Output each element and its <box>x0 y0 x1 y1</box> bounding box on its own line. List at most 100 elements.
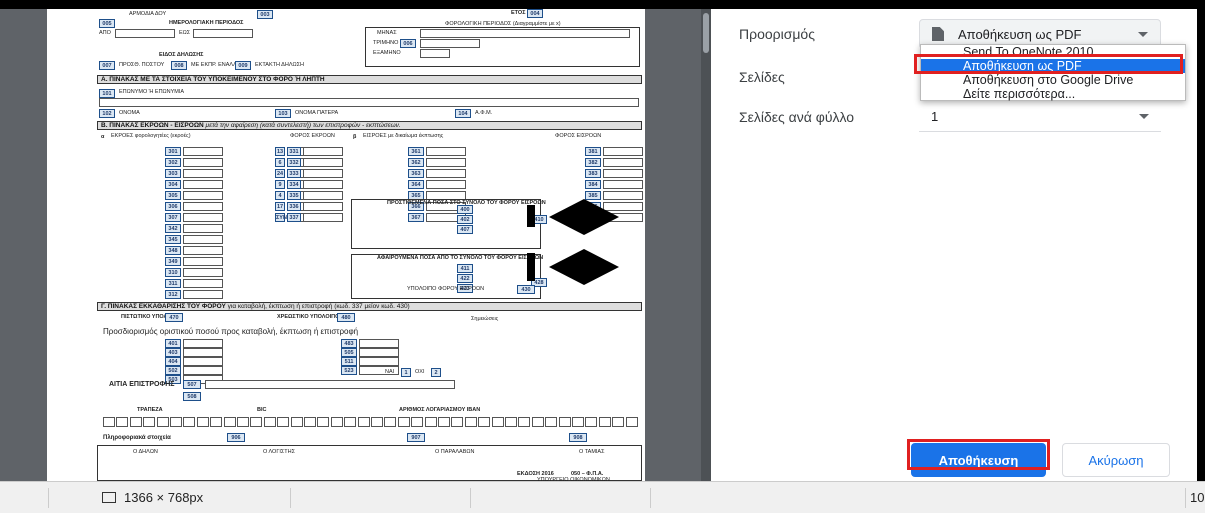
preview-page: ΑΡΜΟΔΙΑ ΔΟΥ 003 ΕΤΟΣ 004 005 ΗΜΕΡΟΛΟΓΙΑΚ… <box>47 9 645 484</box>
form-frame <box>351 199 541 249</box>
form-cell <box>303 147 343 156</box>
form-cell <box>183 169 223 178</box>
form-text: β <box>353 134 357 140</box>
print-settings-panel: Προορισμός Αποθήκευση ως PDF Σελίδες Σελ… <box>711 9 1197 489</box>
form-text: ΠΡΟΣΘ. ΠΟΣΤΟΥ <box>119 62 165 68</box>
form-cell <box>359 357 399 366</box>
form-cell <box>426 169 466 178</box>
form-text: Ο ΠΑΡΑΛΑΒΩΝ <box>435 449 475 455</box>
form-cell <box>303 213 343 222</box>
form-arrow <box>549 199 619 217</box>
form-cell <box>99 98 639 107</box>
form-cell <box>303 158 343 167</box>
form-cell <box>183 257 223 266</box>
form-code: 404 <box>165 357 181 366</box>
form-cell <box>420 49 450 58</box>
destination-label: Προορισμός <box>739 26 815 42</box>
form-code: 311 <box>165 279 181 288</box>
form-code: 908 <box>569 433 587 442</box>
form-code: 348 <box>165 246 181 255</box>
form-text: ΕΞΑΜΗΝΟ <box>373 50 401 56</box>
cancel-button[interactable]: Ακύρωση <box>1062 443 1170 477</box>
section-a-header: Α. ΠΙΝΑΚΑΣ ΜΕ ΤΑ ΣΤΟΙΧΕΙΑ ΤΟΥ ΥΠΟΚΕΙΜΕΝΟ… <box>97 75 642 84</box>
form-code: 312 <box>165 290 181 299</box>
form-cell <box>303 180 343 189</box>
pages-per-sheet-select[interactable]: 1 <box>919 102 1161 132</box>
form-code: 004 <box>527 9 543 18</box>
print-preview[interactable]: ΑΡΜΟΔΙΑ ΔΟΥ 003 ΕΤΟΣ 004 005 ΗΜΕΡΟΛΟΓΙΑΚ… <box>0 9 711 489</box>
form-bar <box>527 205 535 227</box>
form-code: 301 <box>165 147 181 156</box>
form-code: 363 <box>408 169 424 178</box>
form-text: ΦΟΡΟΣ ΕΙΣΡΟΩΝ <box>555 133 602 139</box>
form-code: 401 <box>165 339 181 348</box>
form-code: 006 <box>400 39 416 48</box>
form-code: 430 <box>517 285 535 294</box>
iban-cell <box>451 417 464 427</box>
form-code: 17 <box>275 202 285 211</box>
form-cell <box>193 29 253 38</box>
form-text: Πληροφοριακά στοιχεία <box>103 435 171 441</box>
form-code: 306 <box>165 202 181 211</box>
form-cell <box>183 213 223 222</box>
form-cell <box>183 224 223 233</box>
iban-cell <box>143 417 156 427</box>
form-cell <box>183 180 223 189</box>
iban-cell <box>505 417 517 427</box>
status-right-text: 10 <box>1190 490 1205 505</box>
form-code: 381 <box>585 147 601 156</box>
pages-per-sheet-label: Σελίδες ανά φύλλο <box>739 109 855 125</box>
form-arrow <box>549 249 619 267</box>
section-g-subtitle: για καταβολή, έκπτωση ή επιστροφή (κωδ. … <box>227 303 410 310</box>
form-code: 349 <box>165 257 181 266</box>
form-code: 411 <box>457 264 473 273</box>
form-code: 361 <box>408 147 424 156</box>
iban-cell <box>237 417 249 427</box>
pages-label: Σελίδες <box>739 69 785 85</box>
form-text: ΤΡΑΠΕΖΑ <box>137 407 163 413</box>
iban-cell <box>585 417 598 427</box>
form-cell <box>183 246 223 255</box>
preview-scroll-thumb[interactable] <box>703 13 709 53</box>
form-text: Σημειώσεις <box>471 316 499 322</box>
iban-cell <box>317 417 330 427</box>
resolution-indicator: 1366 × 768px <box>102 490 203 505</box>
panel-scrollbar[interactable] <box>1197 9 1205 489</box>
iban-cell <box>531 417 544 427</box>
destination-option-save-pdf[interactable]: Αποθήκευση ως PDF <box>921 59 1185 73</box>
destination-option-onenote[interactable]: Send To OneNote 2010 <box>921 45 1185 59</box>
iban-cell <box>304 417 316 427</box>
form-text: ΟΧΙ <box>415 369 425 375</box>
form-text: ΑΡΜΟΔΙΑ ΔΟΥ <box>129 11 167 17</box>
iban-cell <box>612 417 625 427</box>
destination-value: Αποθήκευση ως PDF <box>958 26 1082 42</box>
section-b-subtitle: μετά την αφαίρεση (κατά συντελεστή) των … <box>205 122 401 129</box>
form-code: 483 <box>341 339 357 348</box>
form-cell <box>426 147 466 156</box>
form-code: 470 <box>165 313 183 322</box>
form-text: ΕΠΩΝΥΜΟ Ή ΕΠΩΝΥΜΙΑ <box>119 89 185 95</box>
form-cell <box>183 235 223 244</box>
iban-cell <box>183 417 196 427</box>
form-code: 009 <box>235 61 251 70</box>
form-cell <box>359 348 399 357</box>
form-code: 337 <box>287 213 301 222</box>
form-code: 13 <box>275 147 285 156</box>
form-text: ΕΚΤΑΚΤΗ ΔΗΛΩΣΗ <box>255 62 304 68</box>
destination-option-google-drive[interactable]: Αποθήκευση στο Google Drive <box>921 73 1185 87</box>
form-text: ΑΠΟ <box>99 30 111 36</box>
form-code: 24 <box>275 169 285 178</box>
form-bar <box>527 253 535 281</box>
form-code: 906 <box>227 433 245 442</box>
destination-option-see-more[interactable]: Δείτε περισσότερα... <box>921 87 1185 101</box>
form-cell <box>603 147 643 156</box>
form-code: 007 <box>99 61 115 70</box>
save-button[interactable]: Αποθήκευση <box>911 443 1046 477</box>
form-code: 364 <box>408 180 424 189</box>
form-code: 307 <box>165 213 181 222</box>
form-code: 907 <box>407 433 425 442</box>
preview-scrollbar[interactable] <box>701 9 711 489</box>
iban-cell <box>330 417 343 427</box>
form-text: ΕΙΣΡΟΕΣ με δικαίωμα έκπτωσης <box>363 133 444 139</box>
iban-cell <box>424 417 437 427</box>
